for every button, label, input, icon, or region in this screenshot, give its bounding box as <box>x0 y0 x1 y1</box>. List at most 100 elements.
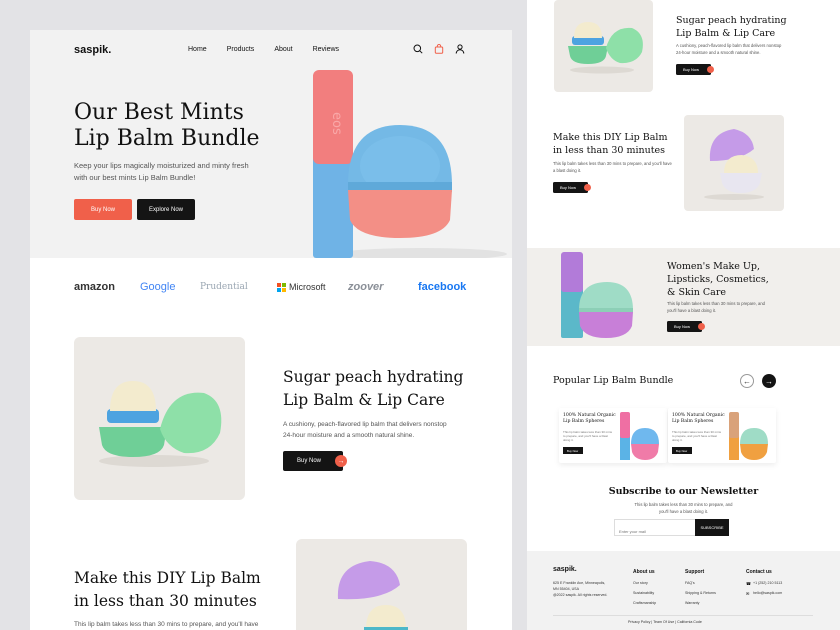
popular-card-2-image <box>729 412 768 460</box>
lip-balm-sphere-green-small <box>568 22 643 74</box>
footer-link-faq[interactable]: FAQ's <box>685 581 695 585</box>
brand-facebook: facebook <box>418 281 467 293</box>
footer-copyright: @2022 saspik. All rights reserved. <box>553 593 608 597</box>
sugar-title-line-2: Lip Balm & Lip Care <box>283 391 445 409</box>
women-makeup-buy-button[interactable]: Buy Now <box>667 321 702 332</box>
hero-desc-line-1: Keep your lips magically moisturized and… <box>74 161 249 170</box>
r-diy-title-line-1: Make this DIY Lip Balm <box>553 132 668 143</box>
mail-icon: ✉ <box>746 591 750 596</box>
women-title-line-1: Women's Make Up, <box>667 261 760 272</box>
lip-balm-sphere-green <box>99 381 222 467</box>
r-sugar-buy-button[interactable]: Buy Now <box>676 64 711 75</box>
r-diy-thumb <box>684 115 784 211</box>
footer-legal-links[interactable]: Privacy Policy | Team Of Use | Californi… <box>628 620 702 624</box>
r-sugar-description: A cushiony, peach-flavored lip balm that… <box>676 43 816 56</box>
sugar-peach-thumb <box>554 0 653 92</box>
r-diy-desc-line-2: a blast doing it. <box>553 167 582 173</box>
footer-link-warranty[interactable]: Warranty <box>685 601 699 605</box>
women-makeup-product-image <box>561 252 633 338</box>
brand-amazon: amazon <box>74 281 115 293</box>
footer-logo[interactable]: saspik. <box>553 566 577 573</box>
r-diy-description: This lip balm takes less than 30 mins to… <box>553 161 683 174</box>
popular-bundle-title: Popular Lip Balm Bundle <box>553 375 674 386</box>
popular-card-1-image <box>620 412 659 460</box>
sugar-desc-line-1: A cushiony, peach-flavored lip balm that… <box>283 421 447 428</box>
nav-home[interactable]: Home <box>188 46 207 53</box>
r-diy-title-line-2: in less than 30 minutes <box>553 145 666 156</box>
footer-divider <box>553 615 813 616</box>
popular-card-1-title: 100% Natural Organic Lip Balm Spheres <box>563 413 618 425</box>
popular-card-2-title: 100% Natural Organic Lip Balm Spheres <box>672 413 727 425</box>
sugar-peach-product-image <box>74 337 245 500</box>
diy-lip-balm-description: This lip balm takes less than 30 mins to… <box>74 621 259 628</box>
brand-microsoft: Microsoft <box>289 282 326 292</box>
newsletter-email-field[interactable] <box>619 529 699 534</box>
sugar-desc-line-2: 24-hour moisture and a smooth natural sh… <box>283 432 415 439</box>
footer: saspik. 625 E Franklin Ave, Minneapolis,… <box>527 551 840 630</box>
nav-about[interactable]: About <box>274 46 292 53</box>
nav-reviews[interactable]: Reviews <box>313 46 339 53</box>
popular-card-1-desc: This lip balm takes less than 30 mins to… <box>563 430 613 443</box>
popular-card-2[interactable]: 100% Natural Organic Lip Balm Spheres Th… <box>668 408 776 463</box>
hero-title-line-1: Our Best Mints <box>74 100 244 125</box>
women-title-line-3: & Skin Care <box>667 287 727 298</box>
popular-card-1-buy-button[interactable]: Buy Now <box>563 447 583 454</box>
brand-prudential: Prudential <box>200 282 248 292</box>
popular-card-1[interactable]: 100% Natural Organic Lip Balm Spheres Th… <box>559 408 667 463</box>
diy-lip-balm-title: Make this DIY Lip Balm in less than 30 m… <box>74 567 294 613</box>
r-diy-title: Make this DIY Lip Balm in less than 30 m… <box>553 131 693 157</box>
hero-title: Our Best Mints Lip Balm Bundle <box>74 100 304 152</box>
logo[interactable]: saspik. <box>74 44 111 56</box>
popular-card-1-title-line-2: Lip Balm Spheres <box>563 419 605 424</box>
r-diy-arrow-icon[interactable] <box>584 184 591 191</box>
newsletter-desc-line-2: you'll have a blast doing it. <box>659 508 708 514</box>
newsletter-email-input[interactable] <box>614 519 699 536</box>
r-sugar-title: Sugar peach hydrating Lip Balm & Lip Car… <box>676 14 826 40</box>
brand-zoover: zoover <box>348 281 384 293</box>
microsoft-logo-icon <box>277 283 286 292</box>
brand-logos: amazon Google Prudential Microsoft zoove… <box>30 280 512 300</box>
lip-balm-sphere-purple-small <box>704 129 764 200</box>
sugar-title-line-1: Sugar peach hydrating <box>283 368 464 386</box>
footer-link-craftsmanship[interactable]: Craftsmanship <box>633 601 656 605</box>
search-icon[interactable] <box>413 44 423 54</box>
diy-product-image <box>296 539 467 630</box>
r-sugar-title-line-1: Sugar peach hydrating <box>676 15 787 26</box>
women-makeup-title: Women's Make Up, Lipsticks, Cosmetics, &… <box>667 260 807 299</box>
newsletter-subscribe-button[interactable]: SUBSCRIBE <box>695 519 729 536</box>
r-sugar-arrow-icon[interactable] <box>707 66 714 73</box>
hero-desc-line-2: with our best mints Lip Balm Bundle! <box>74 173 196 182</box>
r-diy-buy-button[interactable]: Buy Now <box>553 182 588 193</box>
arrow-right-icon[interactable]: → <box>335 455 347 467</box>
popular-card-2-title-line-2: Lip Balm Spheres <box>672 419 714 424</box>
hero-explore-now-button[interactable]: Explore Now <box>137 199 195 220</box>
footer-link-our-story[interactable]: Our story <box>633 581 648 585</box>
nav-icons <box>413 44 465 54</box>
eos-brand-text: eos <box>329 112 344 135</box>
shopping-bag-icon[interactable] <box>434 44 444 54</box>
r-diy-desc-line-1: This lip balm takes less than 30 mins to… <box>553 161 672 166</box>
hero-buy-now-button[interactable]: Buy Now <box>74 199 132 220</box>
footer-address: 625 E Franklin Ave, Minneapolis, MN 5540… <box>553 580 607 598</box>
footer-link-sustainability[interactable]: Sustainability <box>633 591 654 595</box>
sugar-peach-buy-button[interactable]: Buy Now <box>283 451 343 471</box>
lip-balm-sphere-purple <box>337 561 408 630</box>
hero-section: saspik. Home Products About Reviews Our … <box>30 30 512 258</box>
user-icon[interactable] <box>455 44 465 54</box>
women-desc-line-2: you'll have a blast doing it. <box>667 307 716 313</box>
women-makeup-arrow-icon[interactable] <box>698 323 705 330</box>
footer-email[interactable]: hello@saspik.com <box>753 591 782 595</box>
carousel-prev-button[interactable]: ← <box>740 374 754 388</box>
phone-icon: ☎ <box>746 581 751 586</box>
footer-support-heading: Support <box>685 569 705 575</box>
popular-card-2-buy-button[interactable]: Buy Now <box>672 447 692 454</box>
footer-link-shipping[interactable]: Shipping & Returns <box>685 591 716 595</box>
nav-products[interactable]: Products <box>227 46 255 53</box>
women-makeup-description: This lip balm takes less than 30 mins to… <box>667 301 797 314</box>
landing-page-main: saspik. Home Products About Reviews Our … <box>30 30 512 630</box>
diy-title-line-2: in less than 30 minutes <box>74 592 257 610</box>
carousel-next-button[interactable]: → <box>762 374 776 388</box>
footer-phone[interactable]: +1 (252) 210 5113 <box>753 581 782 585</box>
r-sugar-title-line-2: Lip Balm & Lip Care <box>676 28 776 39</box>
hero-description: Keep your lips magically moisturized and… <box>74 160 274 184</box>
